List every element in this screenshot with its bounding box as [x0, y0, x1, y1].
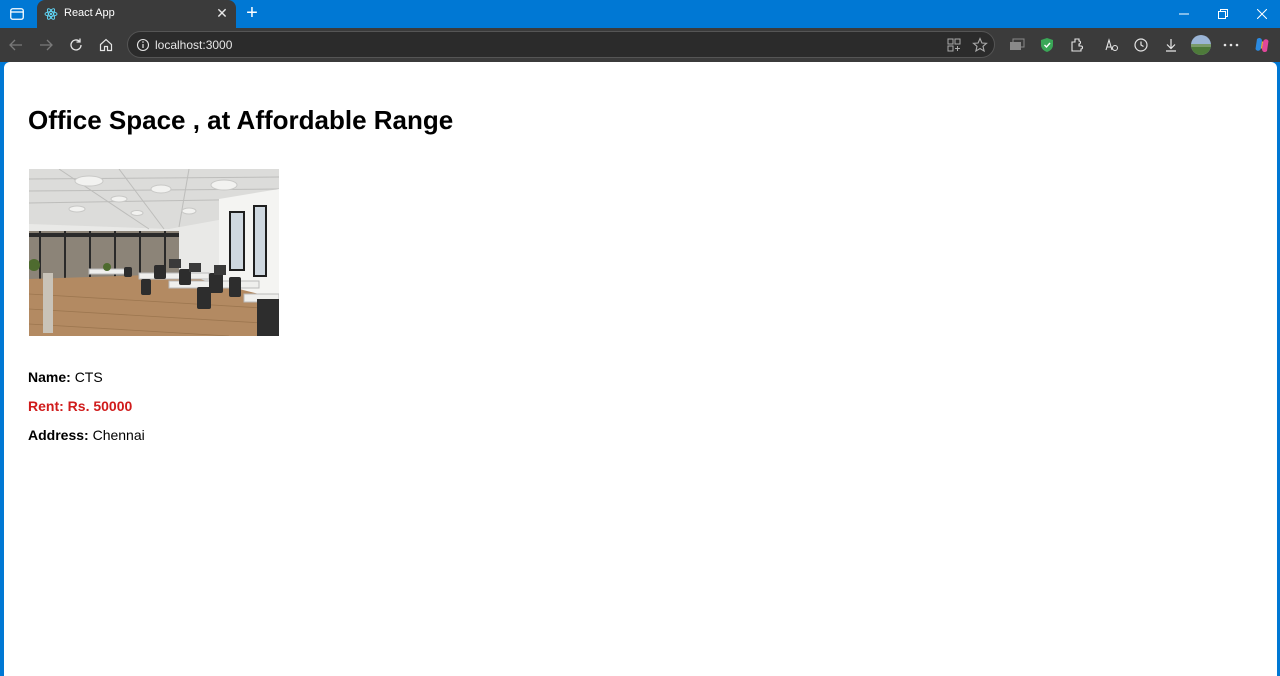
browser-toolbar: localhost:3000: [0, 28, 1280, 62]
office-space-image: [29, 169, 279, 336]
new-tab-icon[interactable]: +: [242, 3, 262, 23]
history-icon[interactable]: [1131, 35, 1151, 55]
tab-react-app[interactable]: React App ✕: [37, 0, 236, 28]
collections-icon[interactable]: [1007, 35, 1027, 55]
tab-title: React App: [64, 7, 115, 19]
app-available-icon[interactable]: [946, 37, 962, 53]
more-options-icon[interactable]: [1221, 35, 1241, 55]
address-value: Chennai: [92, 427, 145, 443]
page-title: Office Space , at Affordable Range: [28, 105, 454, 135]
rent-label: Rent:: [28, 398, 64, 414]
downloads-icon[interactable]: [1161, 35, 1181, 55]
address-row: Address: Chennai: [28, 427, 145, 443]
page-viewport: Office Space , at Affordable Range Name:…: [4, 62, 1277, 676]
close-tab-icon[interactable]: ✕: [214, 5, 230, 21]
shield-extension-icon[interactable]: [1037, 35, 1057, 55]
close-window-icon[interactable]: [1252, 5, 1272, 23]
rent-value: Rs. 50000: [67, 398, 133, 414]
minimize-icon[interactable]: [1174, 5, 1194, 23]
favorite-star-icon[interactable]: [972, 37, 988, 53]
read-aloud-icon[interactable]: [1101, 35, 1121, 55]
home-icon[interactable]: [96, 35, 116, 55]
name-label: Name:: [28, 369, 71, 385]
back-icon[interactable]: [6, 35, 26, 55]
url-text[interactable]: localhost:3000: [155, 38, 232, 52]
name-row: Name: CTS: [28, 369, 103, 385]
refresh-icon[interactable]: [66, 35, 86, 55]
name-value: CTS: [74, 369, 103, 385]
restore-icon[interactable]: [1213, 5, 1233, 23]
copilot-icon[interactable]: [1252, 35, 1272, 55]
rent-row: Rent: Rs. 50000: [28, 398, 132, 414]
address-label: Address:: [28, 427, 89, 443]
extensions-icon[interactable]: [1067, 35, 1087, 55]
address-bar[interactable]: localhost:3000: [127, 31, 995, 58]
site-info-icon[interactable]: [136, 38, 150, 52]
forward-icon[interactable]: [36, 35, 56, 55]
react-icon: [44, 7, 58, 21]
browser-titlebar: React App ✕ +: [0, 0, 1280, 28]
profile-avatar[interactable]: [1190, 34, 1211, 55]
tab-actions-icon[interactable]: [6, 4, 28, 24]
